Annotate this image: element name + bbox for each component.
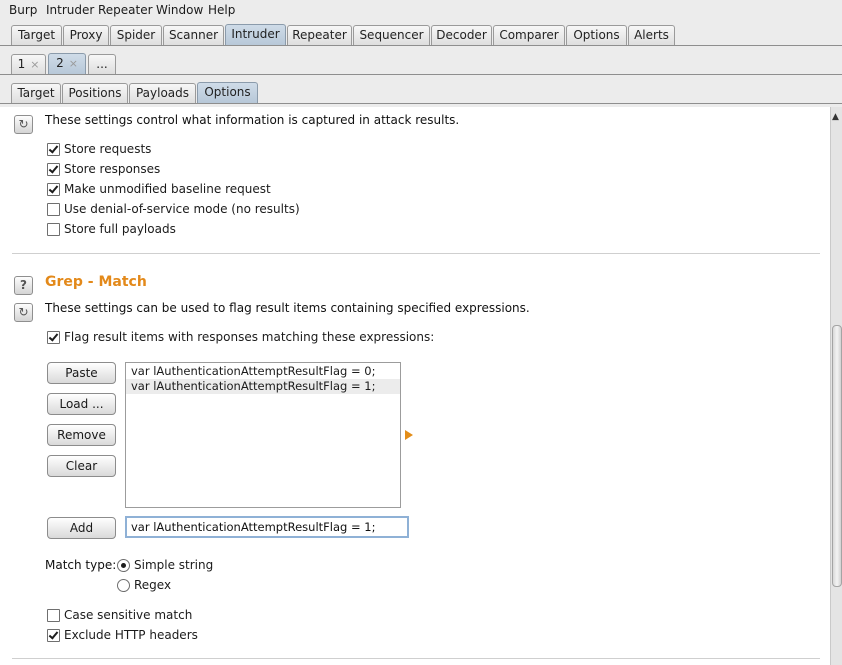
- checkbox-label: Use denial-of-service mode (no results): [64, 202, 300, 216]
- match-type-label: Match type:: [45, 558, 117, 572]
- store-full-payloads-checkbox[interactable]: [47, 223, 60, 236]
- scroll-up-arrow-icon[interactable]: ▲: [832, 112, 839, 122]
- scroll-thumb[interactable]: [832, 325, 842, 587]
- restore-defaults-icon[interactable]: ↻: [14, 303, 33, 322]
- menu-repeater[interactable]: Repeater: [98, 3, 153, 17]
- checkbox-label: Store full payloads: [64, 222, 176, 236]
- paste-button[interactable]: Paste: [47, 362, 116, 384]
- close-icon[interactable]: ×: [69, 57, 78, 70]
- add-button[interactable]: Add: [47, 517, 116, 539]
- help-icon[interactable]: ?: [14, 276, 33, 295]
- subtab-payloads[interactable]: Payloads: [129, 83, 196, 103]
- vertical-scrollbar[interactable]: ▲: [830, 107, 842, 665]
- expression-list[interactable]: var lAuthenticationAttemptResultFlag = 0…: [125, 362, 401, 508]
- checkbox-label: Store responses: [64, 162, 161, 176]
- attack-tab-label: 2: [56, 56, 64, 70]
- menu-help[interactable]: Help: [208, 3, 235, 17]
- tab-intruder[interactable]: Intruder: [225, 24, 286, 45]
- menu-intruder[interactable]: Intruder: [46, 3, 94, 17]
- attack-tab-2[interactable]: 2 ×: [48, 53, 86, 74]
- list-item[interactable]: var lAuthenticationAttemptResultFlag = 1…: [126, 379, 400, 394]
- main-tab-bar: Target Proxy Spider Scanner Intruder Rep…: [0, 24, 842, 46]
- radio-label: Simple string: [134, 558, 214, 572]
- attack-results-description: These settings control what information …: [45, 113, 460, 127]
- simple-string-radio[interactable]: [117, 559, 130, 572]
- attack-tab-1[interactable]: 1 ×: [11, 54, 46, 74]
- regex-radio[interactable]: [117, 579, 130, 592]
- tab-comparer[interactable]: Comparer: [493, 25, 565, 45]
- tab-sequencer[interactable]: Sequencer: [353, 25, 430, 45]
- store-requests-checkbox[interactable]: [47, 143, 60, 156]
- menu-window[interactable]: Window: [156, 3, 203, 17]
- tab-target[interactable]: Target: [11, 25, 62, 45]
- section-divider: [12, 658, 820, 659]
- flag-results-checkbox[interactable]: [47, 331, 60, 344]
- tab-spider[interactable]: Spider: [110, 25, 162, 45]
- tab-proxy[interactable]: Proxy: [63, 25, 109, 45]
- menu-bar: Burp Intruder Repeater Window Help: [0, 0, 842, 20]
- checkbox-label: Store requests: [64, 142, 152, 156]
- checkbox-label: Exclude HTTP headers: [64, 628, 198, 642]
- tab-options[interactable]: Options: [566, 25, 627, 45]
- checkbox-label: Case sensitive match: [64, 608, 193, 622]
- tab-bar-divider: [0, 74, 842, 75]
- subtab-options[interactable]: Options: [197, 82, 258, 103]
- tab-repeater[interactable]: Repeater: [287, 25, 352, 45]
- new-attack-tab[interactable]: ...: [88, 54, 116, 74]
- tab-bar-divider: [0, 45, 842, 46]
- load-button[interactable]: Load ...: [47, 393, 116, 415]
- baseline-request-checkbox[interactable]: [47, 183, 60, 196]
- new-expression-input[interactable]: [125, 516, 409, 538]
- expand-arrow-icon[interactable]: [405, 430, 413, 440]
- section-title: Grep - Match: [45, 274, 147, 290]
- case-sensitive-checkbox[interactable]: [47, 609, 60, 622]
- clear-button[interactable]: Clear: [47, 455, 116, 477]
- tab-alerts[interactable]: Alerts: [628, 25, 675, 45]
- tab-scanner[interactable]: Scanner: [163, 25, 224, 45]
- dos-mode-checkbox[interactable]: [47, 203, 60, 216]
- store-responses-checkbox[interactable]: [47, 163, 60, 176]
- checkbox-label: Flag result items with responses matchin…: [64, 330, 435, 344]
- intruder-subtab-bar: Target Positions Payloads Options: [0, 82, 842, 104]
- remove-button[interactable]: Remove: [47, 424, 116, 446]
- subtab-target[interactable]: Target: [11, 83, 61, 103]
- checkbox-label: Make unmodified baseline request: [64, 182, 271, 196]
- close-icon[interactable]: ×: [30, 58, 39, 71]
- tab-bar-divider: [0, 103, 842, 104]
- restore-defaults-icon[interactable]: ↻: [14, 115, 33, 134]
- tab-decoder[interactable]: Decoder: [431, 25, 492, 45]
- options-panel: ↻ These settings control what informatio…: [0, 107, 830, 665]
- attack-tab-label: 1: [17, 57, 26, 71]
- attack-tab-bar: 1 × 2 × ...: [0, 53, 842, 75]
- section-divider: [12, 253, 820, 254]
- subtab-positions[interactable]: Positions: [62, 83, 128, 103]
- list-item[interactable]: var lAuthenticationAttemptResultFlag = 0…: [126, 364, 400, 379]
- exclude-headers-checkbox[interactable]: [47, 629, 60, 642]
- radio-label: Regex: [134, 578, 172, 592]
- grep-match-description: These settings can be used to flag resul…: [45, 301, 530, 315]
- menu-burp[interactable]: Burp: [9, 3, 37, 17]
